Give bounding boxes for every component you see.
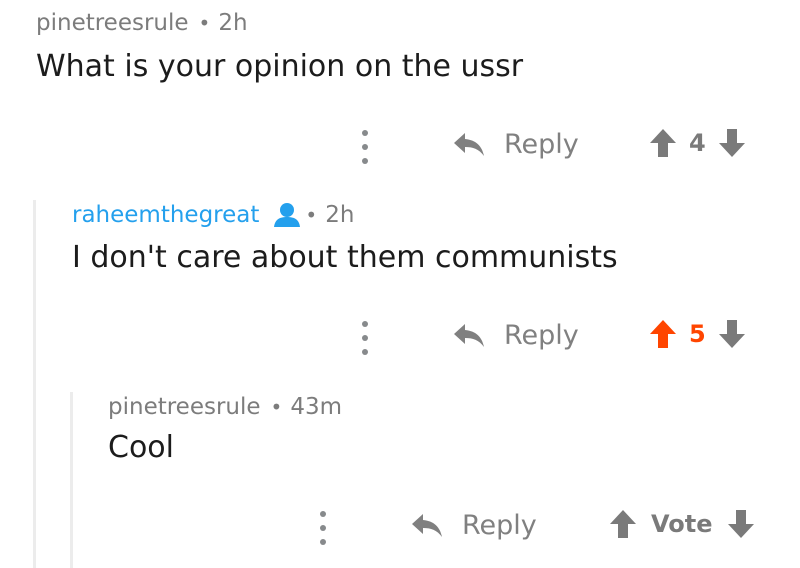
reply-button[interactable]: Reply [452, 320, 579, 351]
vote-count: 4 [689, 129, 706, 157]
user-icon [274, 203, 301, 227]
reply-icon [454, 132, 484, 156]
meta-separator: • [198, 11, 211, 35]
vote-controls: Vote [609, 509, 755, 539]
comment-body: What is your opinion on the ussr [36, 49, 524, 84]
comment-meta: raheemthegreat • 2h [72, 202, 354, 228]
reply-icon [412, 513, 442, 537]
comment-meta: pinetreesrule • 2h [36, 10, 248, 36]
vote-count: 5 [689, 320, 706, 348]
thread-line-level-1[interactable] [33, 200, 36, 568]
username[interactable]: pinetreesrule [108, 394, 261, 420]
upvote-icon[interactable] [649, 128, 677, 158]
comment-body: I don't care about them communists [72, 240, 618, 275]
downvote-icon[interactable] [718, 128, 746, 158]
reply-label: Reply [504, 320, 579, 351]
username[interactable]: pinetreesrule [36, 10, 189, 36]
username[interactable]: raheemthegreat [72, 202, 259, 228]
downvote-icon[interactable] [718, 319, 746, 349]
timestamp: 2h [325, 202, 355, 228]
more-options-icon[interactable] [358, 130, 372, 164]
reply-button[interactable]: Reply [452, 129, 579, 160]
comment-meta: pinetreesrule • 43m [108, 394, 342, 420]
timestamp: 2h [218, 10, 248, 36]
more-options-icon[interactable] [358, 321, 372, 355]
meta-separator: • [305, 203, 318, 227]
reply-icon [454, 323, 484, 347]
reply-button[interactable]: Reply [410, 510, 537, 541]
meta-separator: • [270, 395, 283, 419]
downvote-icon[interactable] [727, 509, 755, 539]
upvote-icon[interactable] [609, 509, 637, 539]
timestamp: 43m [290, 394, 343, 420]
vote-controls: 5 [649, 319, 746, 349]
vote-label: Vote [651, 510, 713, 538]
upvote-icon[interactable] [649, 319, 677, 349]
more-options-icon[interactable] [316, 511, 330, 545]
reply-label: Reply [462, 510, 537, 541]
comment-body: Cool [108, 430, 174, 465]
vote-controls: 4 [649, 128, 746, 158]
reply-label: Reply [504, 129, 579, 160]
thread-line-level-2[interactable] [70, 392, 73, 568]
